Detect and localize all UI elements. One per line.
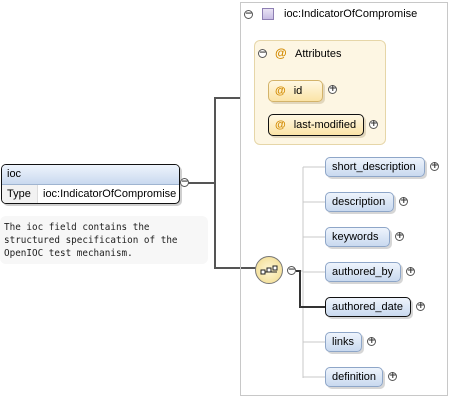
element-keywords[interactable]: keywords <box>325 227 390 247</box>
element-label: definition <box>332 371 377 383</box>
complex-type-collapse-icon[interactable]: − <box>244 10 253 19</box>
element-definition-expand-icon[interactable]: + <box>388 372 397 381</box>
element-authored-by-expand-icon[interactable]: + <box>406 267 415 276</box>
sequence-compositor-icon[interactable] <box>255 256 283 284</box>
attribute-id[interactable]: @ id <box>268 80 323 102</box>
element-links-expand-icon[interactable]: + <box>367 337 376 346</box>
element-label: links <box>332 336 355 348</box>
element-description-expand-icon[interactable]: + <box>399 197 408 206</box>
at-icon: @ <box>275 85 286 97</box>
complex-type-name: ioc:IndicatorOfCompromise <box>284 8 418 20</box>
element-links[interactable]: links <box>325 332 362 352</box>
element-authored-by[interactable]: authored_by <box>325 262 401 282</box>
root-element-name: ioc <box>2 165 179 185</box>
at-icon: @ <box>275 119 286 131</box>
element-label: keywords <box>332 231 379 243</box>
root-element-box[interactable]: ioc Type ioc:IndicatorOfCompromise <box>1 164 180 204</box>
attributes-title: Attributes <box>295 48 342 60</box>
element-short-description[interactable]: short_description <box>325 157 425 177</box>
element-authored-date[interactable]: authored_date <box>325 297 411 317</box>
type-label: Type <box>2 185 38 203</box>
attribute-label: last-modified <box>293 119 357 131</box>
annotation-box: The ioc field contains the structured sp… <box>0 216 208 264</box>
element-label: description <box>332 196 386 208</box>
element-authored-date-expand-icon[interactable]: + <box>416 302 425 311</box>
element-short-description-expand-icon[interactable]: + <box>430 162 439 171</box>
element-definition[interactable]: definition <box>325 367 383 387</box>
element-label: short_description <box>332 161 416 173</box>
attribute-label: id <box>293 85 303 97</box>
root-collapse-icon[interactable]: − <box>180 178 189 187</box>
element-label: authored_date <box>332 301 403 313</box>
attribute-last-modified[interactable]: @ last-modified <box>268 114 364 136</box>
attribute-last-modified-expand-icon[interactable]: + <box>369 120 378 129</box>
element-label: authored_by <box>332 266 394 278</box>
type-value: ioc:IndicatorOfCompromise <box>43 188 177 200</box>
element-description[interactable]: description <box>325 192 394 212</box>
sequence-collapse-icon[interactable]: − <box>287 266 296 275</box>
attributes-collapse-icon[interactable]: − <box>258 49 267 58</box>
annotation-text: The ioc field contains the structured sp… <box>4 222 178 259</box>
element-keywords-expand-icon[interactable]: + <box>395 232 404 241</box>
complex-type-icon <box>262 8 274 20</box>
attributes-at-icon: @ <box>275 46 287 60</box>
attribute-id-expand-icon[interactable]: + <box>328 85 337 94</box>
